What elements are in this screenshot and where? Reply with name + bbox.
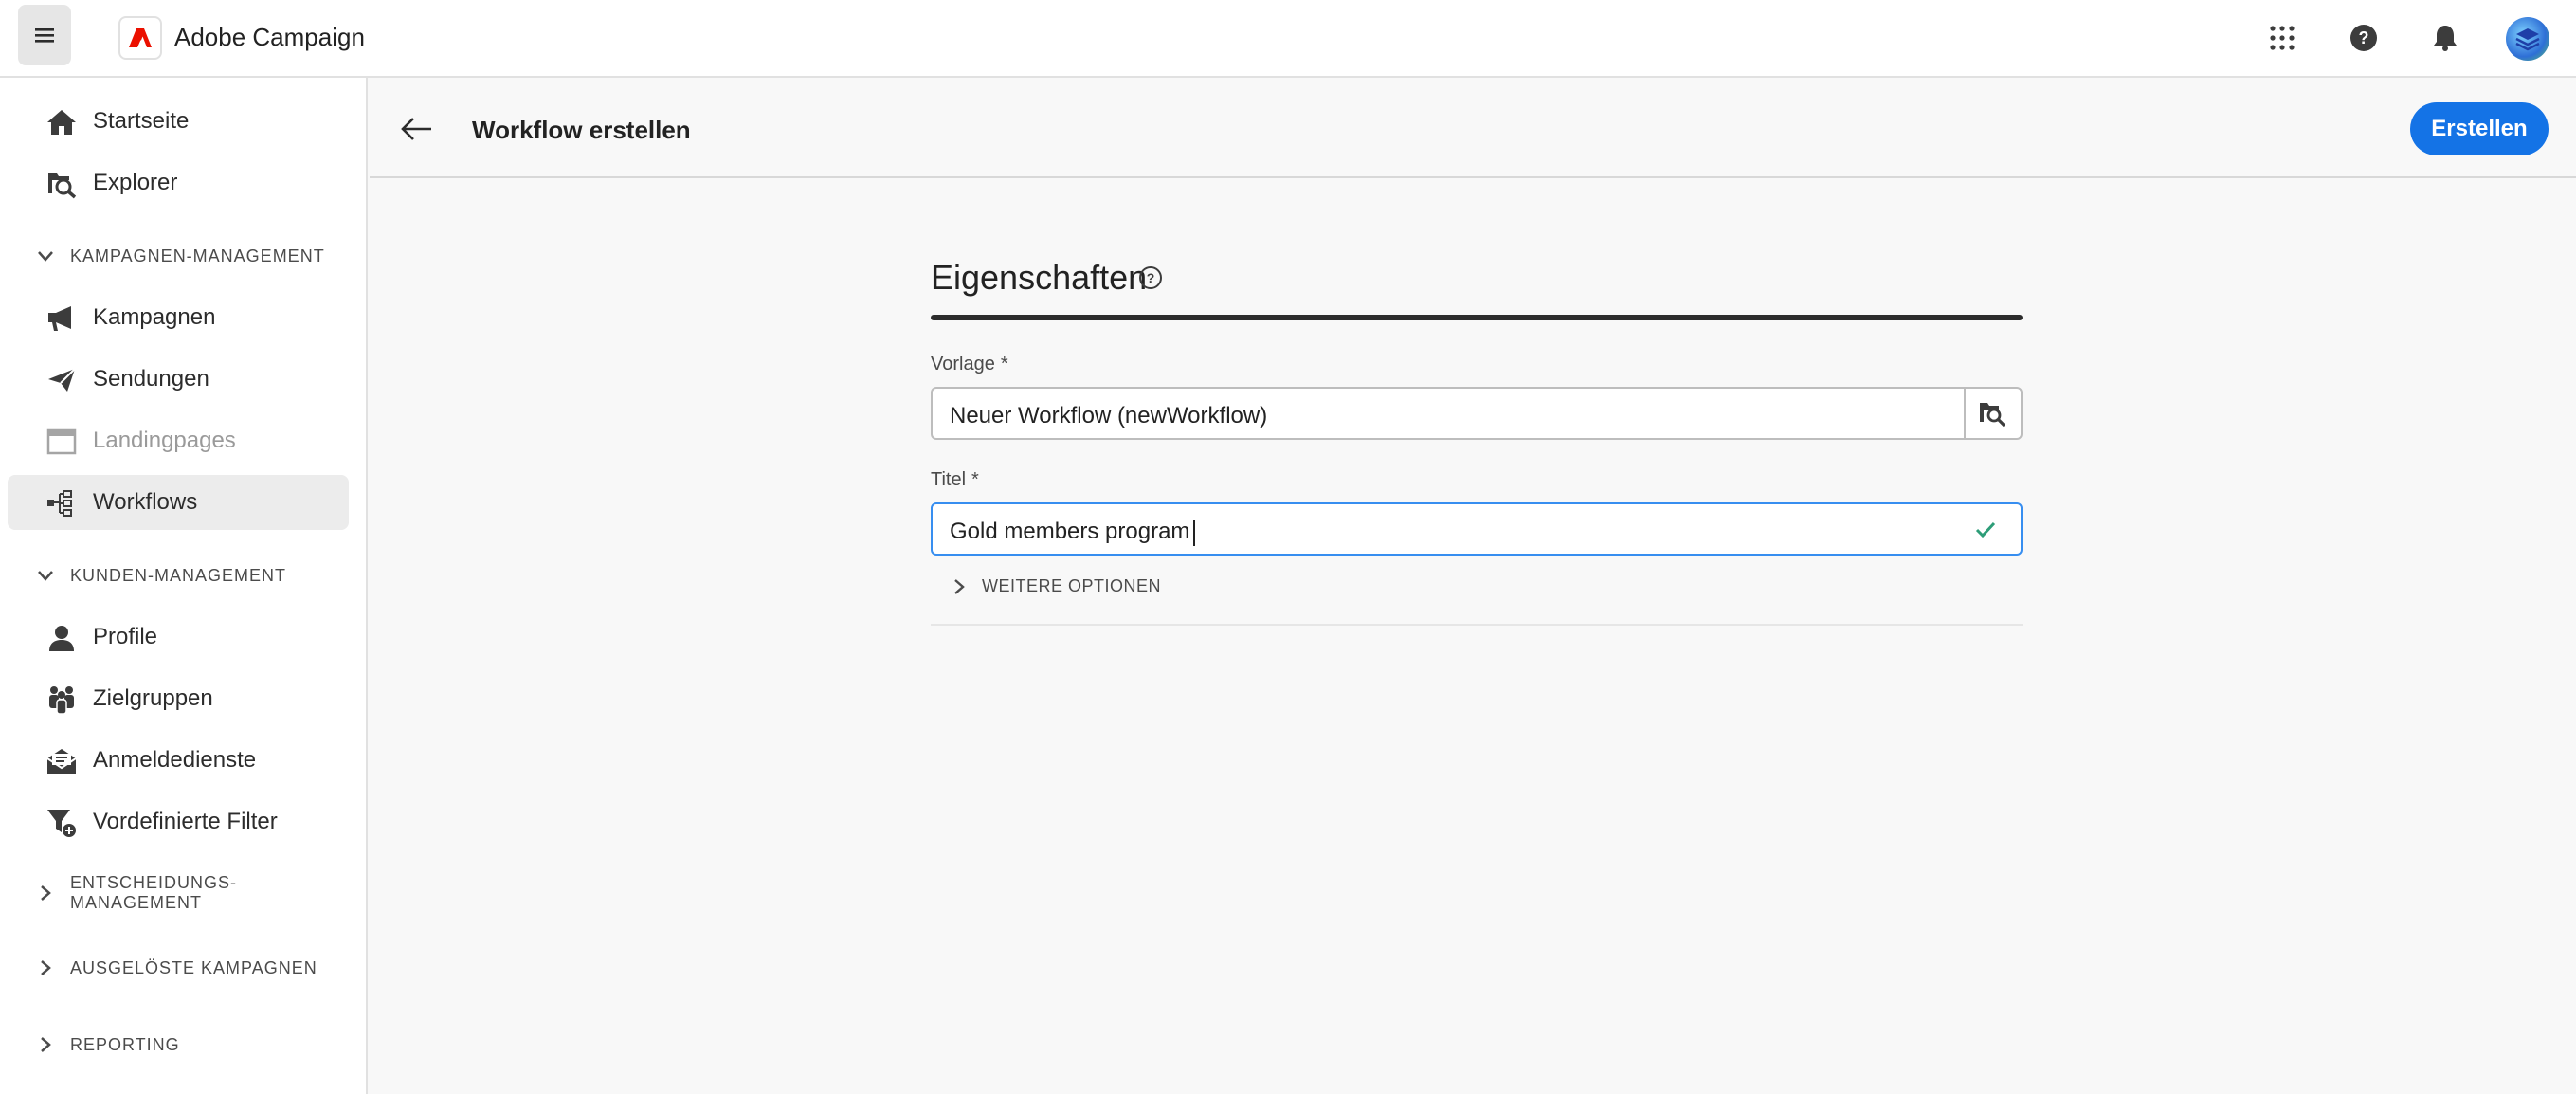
template-label-text: Vorlage — [931, 354, 995, 374]
svg-text:?: ? — [2359, 28, 2369, 47]
user-icon — [45, 622, 78, 654]
section-kunden-management[interactable]: KUNDEN-MANAGEMENT — [8, 555, 358, 596]
top-bar: Adobe Campaign ? — [0, 0, 2576, 78]
more-options-toggle[interactable]: WEITERE OPTIONEN — [952, 576, 1161, 596]
section-divider — [931, 315, 2023, 320]
apps-grid-icon[interactable] — [2261, 17, 2303, 59]
section-reporting[interactable]: REPORTING — [8, 1024, 358, 1066]
divider — [931, 624, 2023, 626]
sidebar-item-sendungen[interactable]: Sendungen — [8, 352, 349, 407]
megaphone-icon — [45, 302, 78, 335]
sidebar-item-landingpages[interactable]: Landingpages — [8, 413, 349, 468]
avatar[interactable] — [2506, 17, 2549, 61]
filter-add-icon — [45, 807, 78, 839]
required-mark: * — [971, 469, 979, 490]
page-title: Workflow erstellen — [472, 116, 691, 144]
chevron-right-icon — [34, 957, 57, 979]
section-label: KAMPAGNEN-MANAGEMENT — [70, 246, 325, 265]
app-name[interactable]: Adobe Campaign — [174, 23, 365, 52]
content-header: Workflow erstellen Erstellen — [370, 80, 2576, 178]
home-icon — [45, 106, 78, 138]
sidebar-item-workflows[interactable]: Workflows — [8, 475, 349, 530]
section-label: ENTSCHEIDUNGS- MANAGEMENT — [70, 873, 238, 912]
sidebar-item-label: Anmeldedienste — [93, 747, 257, 773]
section-title: Eigenschaften — [931, 258, 1148, 297]
template-label: Vorlage * — [931, 354, 1008, 375]
sidebar-item-label: Profile — [93, 624, 158, 649]
bell-icon[interactable] — [2424, 17, 2466, 59]
sidebar-item-profile[interactable]: Profile — [8, 610, 349, 665]
sidebar-item-startseite[interactable]: Startseite — [8, 94, 349, 149]
folder-search-icon[interactable] — [1964, 389, 2021, 438]
sidebar-item-vordefinierte-filter[interactable]: Vordefinierte Filter — [8, 794, 349, 849]
section-ausgeloeste-kampagnen[interactable]: AUSGELÖSTE KAMPAGNEN — [8, 947, 358, 989]
envelope-icon — [45, 745, 78, 777]
back-arrow-icon[interactable] — [396, 108, 438, 150]
sidebar-item-label: Explorer — [93, 170, 178, 195]
more-options-label: WEITERE OPTIONEN — [982, 576, 1162, 595]
text-caret — [1193, 519, 1196, 546]
sidebar-item-label: Landingpages — [93, 428, 236, 453]
svg-text:?: ? — [1147, 270, 1155, 285]
sidebar-item-label: Kampagnen — [93, 304, 216, 330]
sidebar-item-label: Vordefinierte Filter — [93, 809, 278, 834]
sidebar-item-label: Sendungen — [93, 366, 209, 392]
sidebar-item-explorer[interactable]: Explorer — [8, 155, 349, 210]
section-label: REPORTING — [70, 1034, 180, 1054]
folder-search-icon — [45, 168, 78, 200]
section-kampagnen-management[interactable]: KAMPAGNEN-MANAGEMENT — [8, 235, 358, 277]
title-field[interactable]: Gold members program — [931, 502, 2023, 556]
title-value: Gold members program — [950, 519, 1196, 546]
chevron-down-icon — [34, 245, 57, 267]
sidebar-item-kampagnen[interactable]: Kampagnen — [8, 290, 349, 345]
sidebar-item-label: Workflows — [93, 489, 198, 515]
webpage-icon — [45, 426, 78, 458]
checkmark-icon — [1975, 521, 1996, 538]
section-entscheidungs-management[interactable]: ENTSCHEIDUNGS- MANAGEMENT — [8, 872, 358, 914]
help-circle-icon[interactable]: ? — [1138, 265, 1163, 290]
required-mark: * — [1000, 354, 1008, 374]
title-label: Titel * — [931, 469, 979, 491]
template-value: Neuer Workflow (newWorkflow) — [950, 403, 1268, 428]
title-value-text: Gold members program — [950, 519, 1190, 544]
help-icon[interactable]: ? — [2343, 17, 2385, 59]
chevron-right-icon — [34, 882, 57, 904]
sidebar-item-label: Startseite — [93, 108, 190, 134]
sidebar-item-zielgruppen[interactable]: Zielgruppen — [8, 671, 349, 726]
users-icon — [45, 684, 78, 716]
sidebar-item-label: Zielgruppen — [93, 685, 213, 711]
hamburger-icon[interactable] — [18, 5, 71, 65]
send-icon — [45, 364, 78, 396]
adobe-logo-icon[interactable] — [118, 16, 162, 60]
chevron-right-icon — [34, 1033, 57, 1056]
workflow-icon — [45, 487, 78, 520]
section-label: AUSGELÖSTE KAMPAGNEN — [70, 957, 317, 977]
chevron-right-icon — [954, 578, 965, 594]
chevron-down-icon — [34, 564, 57, 587]
template-field[interactable]: Neuer Workflow (newWorkflow) — [931, 387, 2023, 440]
sidebar-item-anmeldedienste[interactable]: Anmeldedienste — [8, 733, 349, 788]
create-button[interactable]: Erstellen — [2410, 102, 2549, 155]
title-label-text: Titel — [931, 469, 967, 490]
section-label: KUNDEN-MANAGEMENT — [70, 565, 287, 585]
